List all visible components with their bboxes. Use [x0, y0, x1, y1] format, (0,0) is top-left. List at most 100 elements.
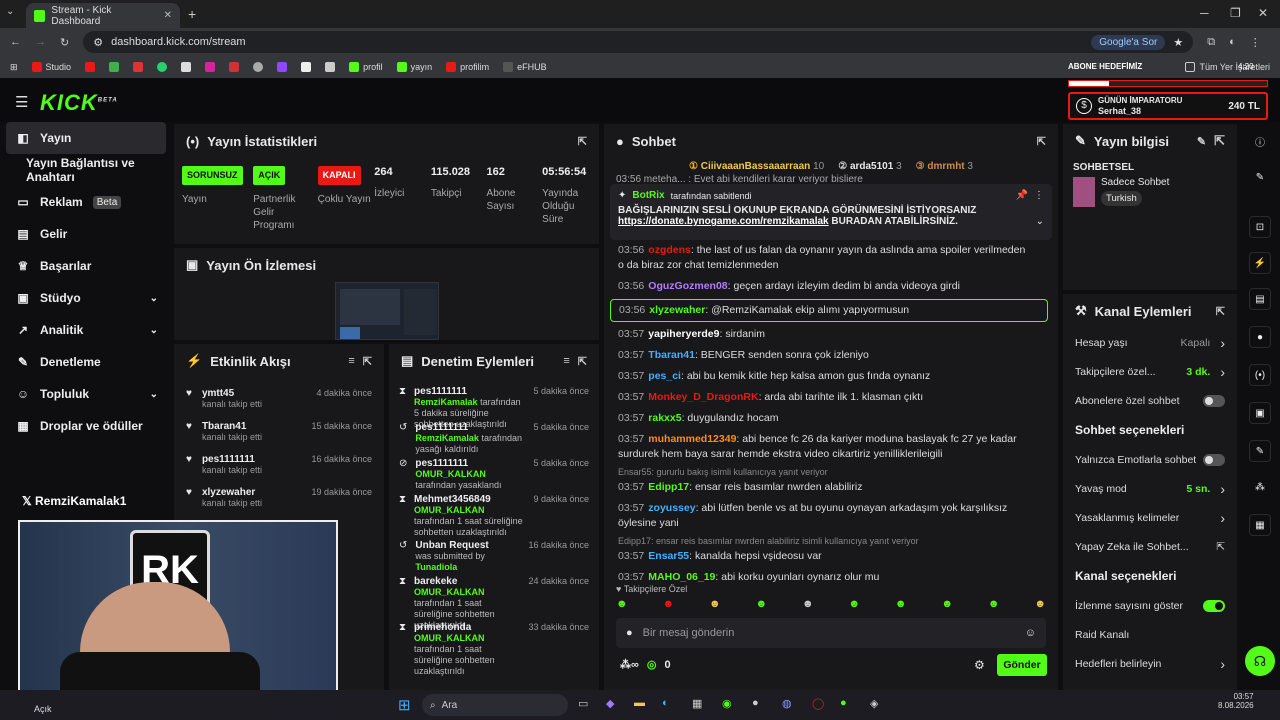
copilot-icon[interactable]: ◆ — [606, 697, 614, 710]
new-tab-icon[interactable]: + — [188, 6, 196, 22]
sidebar-item-yayin[interactable]: ◧ Yayın — [6, 122, 166, 154]
gift-icon[interactable]: ▦ — [1249, 514, 1271, 536]
chat-message[interactable]: 03:57 Ensar55: kanalda hepsi vşideosu var — [604, 546, 1034, 567]
sidebar-item-denetleme[interactable]: ✎ Denetleme — [0, 346, 172, 378]
emote-icon[interactable]: ☻ — [1034, 598, 1046, 610]
reload-icon[interactable]: ↻ — [60, 36, 69, 49]
chat-message[interactable]: 03:57 yapiheryerde9: sirdanim — [604, 324, 1034, 345]
store-icon[interactable]: ▦ — [692, 697, 702, 710]
chat-message[interactable]: 03:56 OguzGozmen08: geçen ardayı izleyim … — [604, 276, 1034, 297]
popout-icon[interactable]: ⇱ — [363, 355, 372, 368]
message-user[interactable]: xlyzewaher — [649, 304, 705, 316]
bookmark-profilim[interactable]: profilim — [446, 62, 489, 72]
stream-preview-thumbnail[interactable] — [335, 282, 439, 340]
chat-message[interactable]: 03:57 zoyussey: abi lütfen benle vs at bu… — [604, 498, 1034, 534]
bookmark-efhub[interactable]: eFHUB — [503, 62, 547, 72]
bookmark-circle[interactable] — [253, 62, 264, 72]
pinned-link[interactable]: https://donate.bynogame.com/remzikamalak — [618, 216, 829, 227]
bookmark-star-icon[interactable]: ★ — [1173, 36, 1183, 49]
message-user[interactable]: Tbaran41 — [648, 349, 695, 361]
emote-icon[interactable]: ☻ — [662, 598, 674, 610]
broadcast-icon[interactable]: (•) — [1249, 364, 1271, 386]
filter-icon[interactable]: ≡ — [563, 355, 569, 367]
toggle-switch[interactable] — [1203, 394, 1225, 407]
setting-row[interactable]: Yavaş mod 5 sn. › — [1063, 474, 1237, 503]
google-ask-button[interactable]: Google'a Sor — [1091, 34, 1166, 50]
sidebar-item-stream-key[interactable]: Yayın Bağlantısı ve Anahtarı — [0, 154, 172, 186]
task-view-icon[interactable]: ▭ — [578, 697, 588, 710]
github-icon[interactable]: ● — [752, 697, 759, 709]
setting-row[interactable]: Yapay Zeka ile Sohbet... ⇱ — [1063, 532, 1237, 561]
chat-message[interactable]: 03:57 muhammed12349: abi bence fc 26 da k… — [604, 429, 1034, 465]
bookmark-yayin[interactable]: yayın — [396, 62, 432, 72]
bookmark-kick-2[interactable] — [325, 62, 336, 72]
message-user[interactable]: ozgdens — [648, 244, 691, 256]
bookmark-whatsapp[interactable] — [157, 62, 168, 72]
setting-row[interactable]: Abonelere özel sohbet — [1063, 386, 1237, 415]
lightning-icon[interactable]: ⚡ — [1249, 252, 1271, 274]
message-user[interactable]: Ensar55 — [648, 550, 689, 562]
sidebar-item-studyo[interactable]: ▣ Stüdyo ⌄ — [0, 282, 172, 314]
spotify-icon[interactable]: ● — [840, 697, 847, 709]
site-info-icon[interactable]: ⚙ — [93, 36, 103, 49]
browser-tab[interactable]: Stream - Kick Dashboard ✕ — [26, 3, 180, 28]
chat-input[interactable]: ● Bir mesaj gönderin ☺ — [616, 618, 1046, 648]
bookmark-sahibinden[interactable] — [229, 62, 240, 72]
emoji-icon[interactable]: ☺ — [1025, 627, 1036, 639]
apps-icon[interactable]: ⊞ — [10, 62, 18, 73]
profile-icon[interactable]: ◐ — [1229, 36, 1236, 48]
bookmark-studio[interactable]: Studio — [31, 62, 71, 72]
bookmark-drive[interactable] — [109, 62, 120, 72]
extensions-icon[interactable]: ⧉ — [1207, 36, 1215, 49]
popout-icon[interactable]: ⇱ — [1216, 305, 1225, 318]
emote-icon[interactable]: ☻ — [802, 598, 814, 610]
message-user[interactable]: yapiheryerde9 — [648, 328, 719, 340]
support-icon[interactable]: ☊ — [1245, 646, 1275, 676]
bookmark-other[interactable] — [301, 62, 312, 72]
clip-icon[interactable]: ⊡ — [1249, 216, 1271, 238]
chat-message[interactable]: 03:57 Tbaran41: BENGER senden sonra çok i… — [604, 345, 1034, 366]
more-icon[interactable]: ⋮ — [1034, 190, 1044, 201]
popout-icon[interactable]: ⇱ — [578, 355, 587, 368]
emote-icon[interactable]: ☻ — [848, 598, 860, 610]
emote-icon[interactable]: ☻ — [709, 598, 721, 610]
message-user[interactable]: Edipp17 — [648, 481, 689, 493]
chat-icon[interactable]: ● — [1249, 326, 1271, 348]
emote-icon[interactable]: ☻ — [755, 598, 767, 610]
sidebar-item-basarilar[interactable]: ♕ Başarılar — [0, 250, 172, 282]
wrench-icon[interactable]: ✎ — [1249, 440, 1271, 462]
emote-icon[interactable]: ☻ — [941, 598, 953, 610]
toggle-switch[interactable] — [1203, 599, 1225, 612]
bookmark-x[interactable] — [181, 62, 192, 72]
back-icon[interactable]: ← — [10, 36, 21, 48]
edit-icon[interactable]: ✎ — [1249, 166, 1271, 188]
send-button[interactable]: Gönder — [997, 654, 1047, 676]
setting-row[interactable]: Hedefleri belirleyin › — [1063, 649, 1237, 678]
bookmark-twitch[interactable] — [277, 62, 288, 72]
popout-icon[interactable]: ⇱ — [1037, 135, 1046, 148]
bookmark-profil[interactable]: profil — [349, 62, 383, 72]
close-tab-icon[interactable]: ✕ — [164, 10, 172, 21]
windows-start-icon[interactable]: ⊞ — [398, 696, 411, 714]
message-user[interactable]: MAHO_06_19 — [648, 571, 715, 583]
chat-message[interactable]: 03:57 pes_ci: abi bu kemik kitle hep kals… — [604, 366, 1034, 387]
edit-icon[interactable]: ✎ — [1197, 135, 1206, 148]
chat-settings-icon[interactable]: ⚙ — [974, 658, 985, 672]
unpin-icon[interactable]: 📌 — [1016, 190, 1028, 201]
studio-icon[interactable]: ▣ — [1249, 402, 1271, 424]
setting-row[interactable]: Takipçilere özel... 3 dk. › — [1063, 357, 1237, 386]
bookmark-youtube[interactable] — [85, 62, 96, 72]
chat-message[interactable]: 03:57 Edipp17: ensar reis basımlar nwrden… — [604, 477, 1034, 498]
url-input[interactable]: ⚙ dashboard.kick.com/stream Google'a Sor ★ — [83, 31, 1194, 53]
emote-icon[interactable]: ☻ — [616, 598, 628, 610]
sidebar-item-topluluk[interactable]: ☺ Topluluk ⌄ — [0, 378, 172, 410]
sidebar-item-droplar[interactable]: ▦ Droplar ve ödüller — [0, 410, 172, 442]
close-window-icon[interactable]: ✕ — [1258, 6, 1268, 20]
emote-icon[interactable]: ☻ — [895, 598, 907, 610]
document-icon[interactable]: ▤ — [1249, 288, 1271, 310]
message-user[interactable]: muhammed12349 — [648, 433, 736, 445]
filter-icon[interactable]: ≡ — [348, 355, 354, 367]
info-icon[interactable]: ⓘ — [1249, 130, 1271, 152]
message-user[interactable]: Monkey_D_DragonRK — [648, 391, 758, 403]
chat-message[interactable]: 03:56 ozgdens: the last of us falan da oy… — [604, 240, 1034, 276]
